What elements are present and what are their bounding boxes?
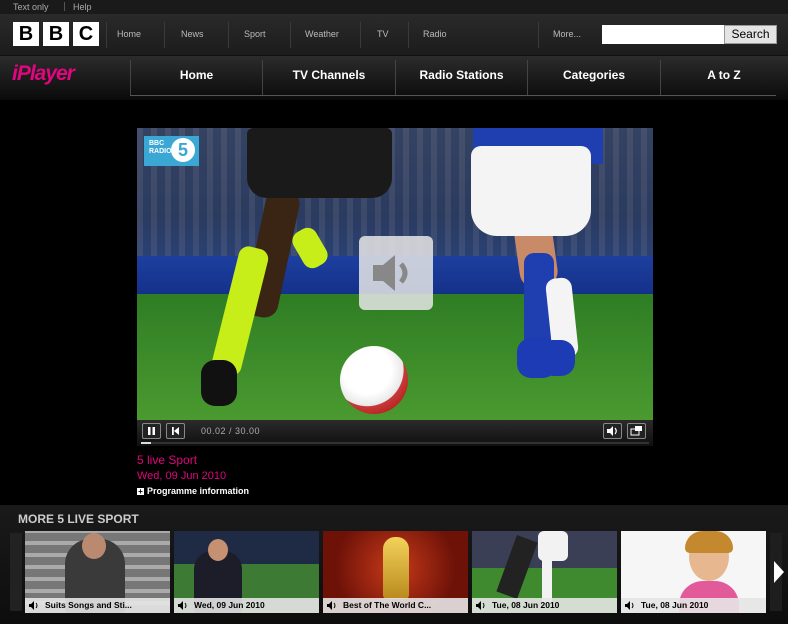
tile-caption: Best of The World C...: [323, 598, 468, 613]
pause-button[interactable]: [142, 423, 161, 439]
player-boot: [201, 360, 237, 406]
nav-divider: [538, 22, 539, 48]
football: [340, 346, 408, 414]
media-player: BBC RADIO 5 00.02 / 30.00: [137, 128, 653, 446]
text-only-link[interactable]: Text only: [13, 2, 49, 12]
nav-more[interactable]: More...: [553, 29, 581, 39]
volume-button[interactable]: [603, 423, 622, 439]
nav-divider: [228, 22, 229, 48]
player-shorts: [471, 146, 591, 236]
speaker-icon: [373, 255, 408, 291]
tab-tv-channels[interactable]: TV Channels: [263, 60, 395, 96]
tile-caption: Wed, 09 Jun 2010: [174, 598, 319, 613]
utility-divider: [64, 2, 65, 11]
fullscreen-icon: [630, 426, 642, 436]
badge-bbc-text: BBC RADIO: [149, 140, 172, 155]
player-controls: 00.02 / 30.00: [137, 420, 653, 446]
tile-caption: Tue, 08 Jun 2010: [472, 598, 617, 613]
speaker-icon: [327, 601, 336, 610]
bbc-logo-letter: C: [73, 22, 99, 46]
player-boot: [539, 340, 575, 376]
more-section: MORE 5 LIVE SPORT Suits Songs and Sti...…: [0, 505, 788, 624]
skip-back-button[interactable]: [166, 423, 185, 439]
more-heading: MORE 5 LIVE SPORT: [18, 512, 139, 526]
nav-radio[interactable]: Radio: [423, 29, 447, 39]
search-button[interactable]: Search: [724, 25, 777, 44]
progress-fill: [141, 442, 152, 444]
search-input[interactable]: [602, 25, 725, 44]
skip-back-icon: [172, 427, 179, 435]
volume-icon: [607, 426, 617, 436]
bbc-logo-letter: B: [13, 22, 39, 46]
speaker-icon: [476, 601, 485, 610]
tab-radio-stations[interactable]: Radio Stations: [396, 60, 527, 96]
episode-tile[interactable]: Best of The World C...: [323, 531, 468, 613]
nav-weather[interactable]: Weather: [305, 29, 339, 39]
iplayer-nav: iPlayer Home TV Channels Radio Stations …: [0, 56, 788, 100]
help-link[interactable]: Help: [73, 2, 92, 12]
nav-divider: [290, 22, 291, 48]
nav-divider: [360, 22, 361, 48]
tab-categories[interactable]: Categories: [528, 60, 660, 96]
tile-caption: Suits Songs and Sti...: [25, 598, 170, 613]
tab-a-to-z[interactable]: A to Z: [661, 60, 787, 96]
bbc-radio-5-badge: BBC RADIO 5: [144, 136, 199, 166]
nav-news[interactable]: News: [181, 29, 204, 39]
speaker-icon: [29, 601, 38, 610]
nav-home[interactable]: Home: [117, 29, 141, 39]
video-still[interactable]: BBC RADIO 5: [137, 128, 653, 420]
programme-title[interactable]: 5 live Sport: [137, 453, 197, 467]
iplayer-logo[interactable]: iPlayer: [12, 62, 75, 86]
programme-date: Wed, 09 Jun 2010: [137, 470, 227, 482]
programme-info-label: Programme information: [147, 486, 250, 496]
nav-divider: [164, 22, 165, 48]
nav-underline: [130, 95, 776, 96]
progress-bar[interactable]: [141, 442, 649, 444]
carousel-prev[interactable]: [10, 533, 22, 611]
nav-tv[interactable]: TV: [377, 29, 389, 39]
chevron-right-icon: [774, 561, 784, 583]
carousel-next[interactable]: [770, 533, 784, 611]
plus-icon: +: [137, 487, 144, 496]
episode-tile[interactable]: Tue, 08 Jun 2010: [472, 531, 617, 613]
utility-bar: Text only Help: [0, 0, 788, 14]
nav-divider: [106, 22, 107, 48]
speaker-icon: [178, 601, 187, 610]
bbc-logo-letter: B: [43, 22, 69, 46]
bbc-logo[interactable]: B B C: [13, 22, 99, 46]
nav-sport[interactable]: Sport: [244, 29, 266, 39]
player-shorts: [247, 128, 392, 198]
pause-icon: [148, 427, 155, 435]
tile-caption: Tue, 08 Jun 2010: [621, 598, 766, 613]
fullscreen-button[interactable]: [627, 423, 646, 439]
episode-tile[interactable]: Suits Songs and Sti...: [25, 531, 170, 613]
timecode: 00.02 / 30.00: [201, 426, 261, 436]
nav-divider: [408, 22, 409, 48]
episode-tile[interactable]: Wed, 09 Jun 2010: [174, 531, 319, 613]
speaker-overlay-button[interactable]: [359, 236, 433, 310]
bbc-masthead: B B C Home News Sport Weather TV Radio M…: [0, 14, 788, 56]
tab-home[interactable]: Home: [131, 60, 262, 96]
programme-info-link[interactable]: + Programme information: [137, 486, 249, 496]
badge-number: 5: [171, 138, 195, 162]
episode-tile[interactable]: Tue, 08 Jun 2010: [621, 531, 766, 613]
speaker-icon: [625, 601, 634, 610]
